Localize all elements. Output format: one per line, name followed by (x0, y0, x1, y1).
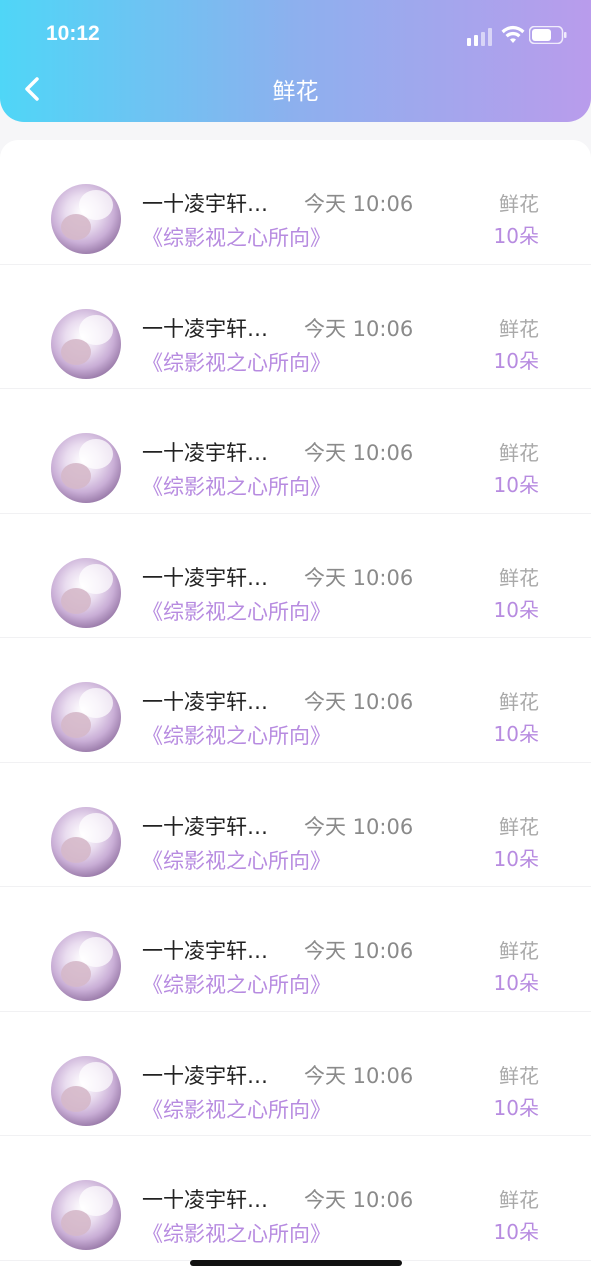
gift-count: 10朵 (493, 473, 539, 497)
gift-count: 10朵 (493, 846, 539, 871)
gift-count: 10朵 (493, 971, 539, 995)
gift-count: 10朵 (493, 722, 539, 746)
record-time: 今天 10:06 (304, 316, 414, 341)
avatar[interactable] (51, 557, 121, 628)
gift-type: 鲜花 (499, 565, 539, 590)
book-title[interactable]: 《综影视之心所向》 (142, 347, 331, 377)
gift-type: 鲜花 (499, 814, 539, 839)
home-indicator[interactable] (190, 1260, 402, 1266)
gift-count: 10朵 (493, 1220, 539, 1244)
list-item[interactable]: 一十凌宇轩… 今天 10:06 《综影视之心所向》 鲜花 10朵 (0, 265, 591, 389)
book-title[interactable]: 《综影视之心所向》 (142, 471, 331, 501)
wifi-icon (501, 25, 525, 43)
book-title[interactable]: 《综影视之心所向》 (142, 596, 331, 626)
record-time: 今天 10:06 (304, 939, 414, 963)
user-name: 一十凌宇轩… (142, 1063, 268, 1088)
gift-type: 鲜花 (499, 1063, 539, 1088)
user-name: 一十凌宇轩… (142, 1188, 268, 1212)
record-time: 今天 10:06 (304, 1063, 414, 1088)
gift-type: 鲜花 (499, 441, 539, 465)
user-name: 一十凌宇轩… (142, 939, 268, 963)
gift-type: 鲜花 (499, 1188, 539, 1212)
user-name: 一十凌宇轩… (142, 441, 268, 465)
gift-count: 10朵 (493, 1095, 539, 1120)
user-name: 一十凌宇轩… (142, 565, 268, 590)
avatar[interactable] (51, 184, 121, 254)
page-title: 鲜花 (272, 79, 319, 105)
record-time: 今天 10:06 (304, 690, 414, 714)
user-name: 一十凌宇轩… (142, 814, 268, 839)
list-item[interactable]: 一十凌宇轩… 今天 10:06 《综影视之心所向》 鲜花 10朵 (0, 140, 591, 265)
book-title[interactable]: 《综影视之心所向》 (142, 720, 331, 750)
avatar[interactable] (51, 433, 121, 503)
book-title[interactable]: 《综影视之心所向》 (142, 845, 331, 875)
book-title[interactable]: 《综影视之心所向》 (142, 1094, 331, 1124)
gift-type: 鲜花 (499, 316, 539, 341)
list-item[interactable]: 一十凌宇轩… 今天 10:06 《综影视之心所向》 鲜花 10朵 (0, 1012, 591, 1136)
user-name: 一十凌宇轩… (142, 316, 268, 341)
record-time: 今天 10:06 (304, 441, 414, 465)
records-card: 一十凌宇轩… 今天 10:06 《综影视之心所向》 鲜花 10朵 一十凌宇轩… … (0, 140, 591, 1280)
record-time: 今天 10:06 (304, 814, 414, 839)
book-title[interactable]: 《综影视之心所向》 (142, 1218, 331, 1248)
avatar[interactable] (51, 308, 121, 379)
list-item[interactable]: 一十凌宇轩… 今天 10:06 《综影视之心所向》 鲜花 10朵 (0, 389, 591, 514)
record-time: 今天 10:06 (304, 1188, 414, 1212)
list-item[interactable]: 一十凌宇轩… 今天 10:06 《综影视之心所向》 鲜花 10朵 (0, 514, 591, 638)
gift-type: 鲜花 (499, 192, 539, 216)
gift-count: 10朵 (493, 348, 539, 373)
user-name: 一十凌宇轩… (142, 690, 268, 714)
list-item[interactable]: 一十凌宇轩… 今天 10:06 《综影视之心所向》 鲜花 10朵 (0, 638, 591, 763)
book-title[interactable]: 《综影视之心所向》 (142, 969, 331, 999)
avatar[interactable] (51, 1180, 121, 1250)
avatar[interactable] (51, 931, 121, 1001)
avatar[interactable] (51, 806, 121, 877)
book-title[interactable]: 《综影视之心所向》 (142, 222, 331, 252)
gift-type: 鲜花 (499, 939, 539, 963)
app-header: 10:12 鲜花 (0, 0, 591, 122)
record-time: 今天 10:06 (304, 565, 414, 590)
list-item[interactable]: 一十凌宇轩… 今天 10:06 《综影视之心所向》 鲜花 10朵 (0, 1136, 591, 1261)
gift-count: 10朵 (493, 597, 539, 622)
list-item[interactable]: 一十凌宇轩… 今天 10:06 《综影视之心所向》 鲜花 10朵 (0, 763, 591, 887)
gift-type: 鲜花 (499, 690, 539, 714)
status-time: 10:12 (46, 22, 100, 45)
record-time: 今天 10:06 (304, 192, 414, 216)
avatar[interactable] (51, 1055, 121, 1126)
records-list[interactable]: 一十凌宇轩… 今天 10:06 《综影视之心所向》 鲜花 10朵 一十凌宇轩… … (0, 140, 591, 1261)
battery-icon (529, 26, 567, 44)
gift-count: 10朵 (493, 224, 539, 248)
user-name: 一十凌宇轩… (142, 192, 268, 216)
avatar[interactable] (51, 682, 121, 752)
list-item[interactable]: 一十凌宇轩… 今天 10:06 《综影视之心所向》 鲜花 10朵 (0, 887, 591, 1012)
signal-icon (467, 28, 492, 46)
